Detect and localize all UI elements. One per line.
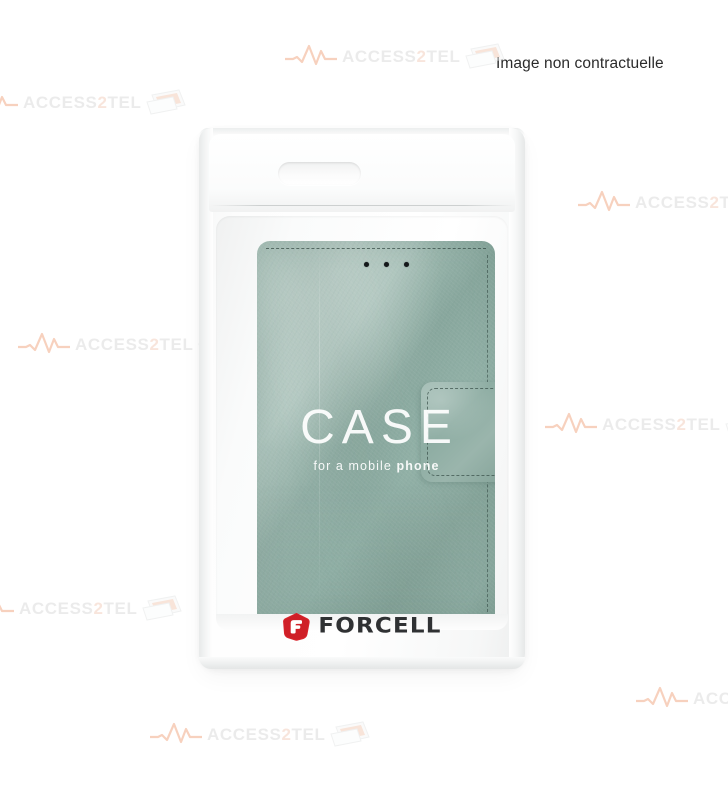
watermark-right-middle: ACCESS2TEL xyxy=(545,410,728,438)
watermark-right-lower: ACCESS2TEL xyxy=(636,684,728,712)
watermark-text: ACCESS2TEL xyxy=(342,48,460,65)
phone-card-icon xyxy=(330,721,371,747)
forcell-badge-icon xyxy=(283,612,311,641)
brand-name-text: FORCELL xyxy=(318,613,442,639)
brand-logo: FORCELL xyxy=(282,612,441,641)
euro-slot-hang-hole xyxy=(278,162,361,185)
watermark-text-access: ACCESS xyxy=(602,414,677,434)
watermark-text: ACCESS2TEL xyxy=(693,690,728,707)
watermark-text-tel: TEL xyxy=(291,724,326,744)
waveform-icon xyxy=(578,190,630,212)
watermark-text: ACCESS2TEL xyxy=(23,94,141,111)
watermark-text-two: 2 xyxy=(709,192,720,212)
waveform-icon xyxy=(0,95,18,107)
case-fold-crease xyxy=(318,241,320,622)
watermark-text-two: 2 xyxy=(416,46,427,66)
watermark-text-access: ACCESS xyxy=(342,46,417,66)
watermark-text-access: ACCESS xyxy=(207,724,282,744)
watermark-bottom-center: ACCESS2TEL xyxy=(150,720,371,748)
watermark-text-access: ACCESS xyxy=(693,688,728,708)
watermark-text: ACCESS2TEL xyxy=(75,336,193,353)
package-header-seam xyxy=(211,205,513,206)
waveform-icon xyxy=(285,44,337,66)
watermark-text-tel: TEL xyxy=(686,414,721,434)
camera-hole-3 xyxy=(404,262,409,267)
watermark-text-access: ACCESS xyxy=(19,598,94,618)
product-package: CASE for a mobile phone FORCELL xyxy=(199,128,525,669)
waveform-icon xyxy=(18,332,70,354)
watermark-text-access: ACCESS xyxy=(635,192,710,212)
camera-hole-1 xyxy=(364,262,369,267)
waveform-icon xyxy=(150,722,202,744)
watermark-text-tel: TEL xyxy=(426,46,461,66)
watermark-left-upper: ACCESS2TEL xyxy=(0,88,187,116)
watermark-text-two: 2 xyxy=(149,334,160,354)
phone-card-icon xyxy=(146,89,187,115)
watermark-text-tel: TEL xyxy=(107,92,142,112)
watermark-top-center: ACCESS2TEL xyxy=(285,42,506,70)
strap-stitching xyxy=(427,388,495,476)
watermark-text: ACCESS2TEL xyxy=(635,194,728,211)
watermark-text-access: ACCESS xyxy=(23,92,98,112)
package-edge-bottom xyxy=(199,657,525,669)
watermark-right-upper: ACCESS2TEL xyxy=(578,188,728,216)
phone-card-icon xyxy=(142,595,183,621)
watermark-text-tel: TEL xyxy=(159,334,194,354)
image-disclaimer-text: Image non contractuelle xyxy=(496,55,664,72)
watermark-text: ACCESS2TEL xyxy=(19,600,137,617)
case-stitching-top xyxy=(266,248,486,250)
waveform-icon xyxy=(545,412,597,434)
watermark-text-two: 2 xyxy=(676,414,687,434)
package-header-band xyxy=(209,134,515,212)
watermark-text-two: 2 xyxy=(97,92,108,112)
watermark-text: ACCESS2TEL xyxy=(602,416,720,433)
package-footer-band: FORCELL xyxy=(211,597,513,655)
watermark-text-two: 2 xyxy=(93,598,104,618)
waveform-icon xyxy=(636,686,688,708)
watermark-text-two: 2 xyxy=(281,724,292,744)
watermark-left-lower: ACCESS2TEL xyxy=(0,594,183,622)
watermark-text-access: ACCESS xyxy=(75,334,150,354)
watermark-text: ACCESS2TEL xyxy=(207,726,325,743)
watermark-text-tel: TEL xyxy=(719,192,728,212)
product-image-canvas: Image non contractuelle ACCESS2TEL ACCESS… xyxy=(0,0,728,800)
magnetic-closure-strap xyxy=(421,382,495,482)
camera-cutout-holes xyxy=(364,262,409,267)
camera-hole-2 xyxy=(384,262,389,267)
wallet-phone-case: CASE for a mobile phone xyxy=(257,241,495,622)
package-inner-tray: CASE for a mobile phone xyxy=(216,216,508,622)
watermark-text-tel: TEL xyxy=(103,598,138,618)
waveform-icon xyxy=(0,604,14,613)
